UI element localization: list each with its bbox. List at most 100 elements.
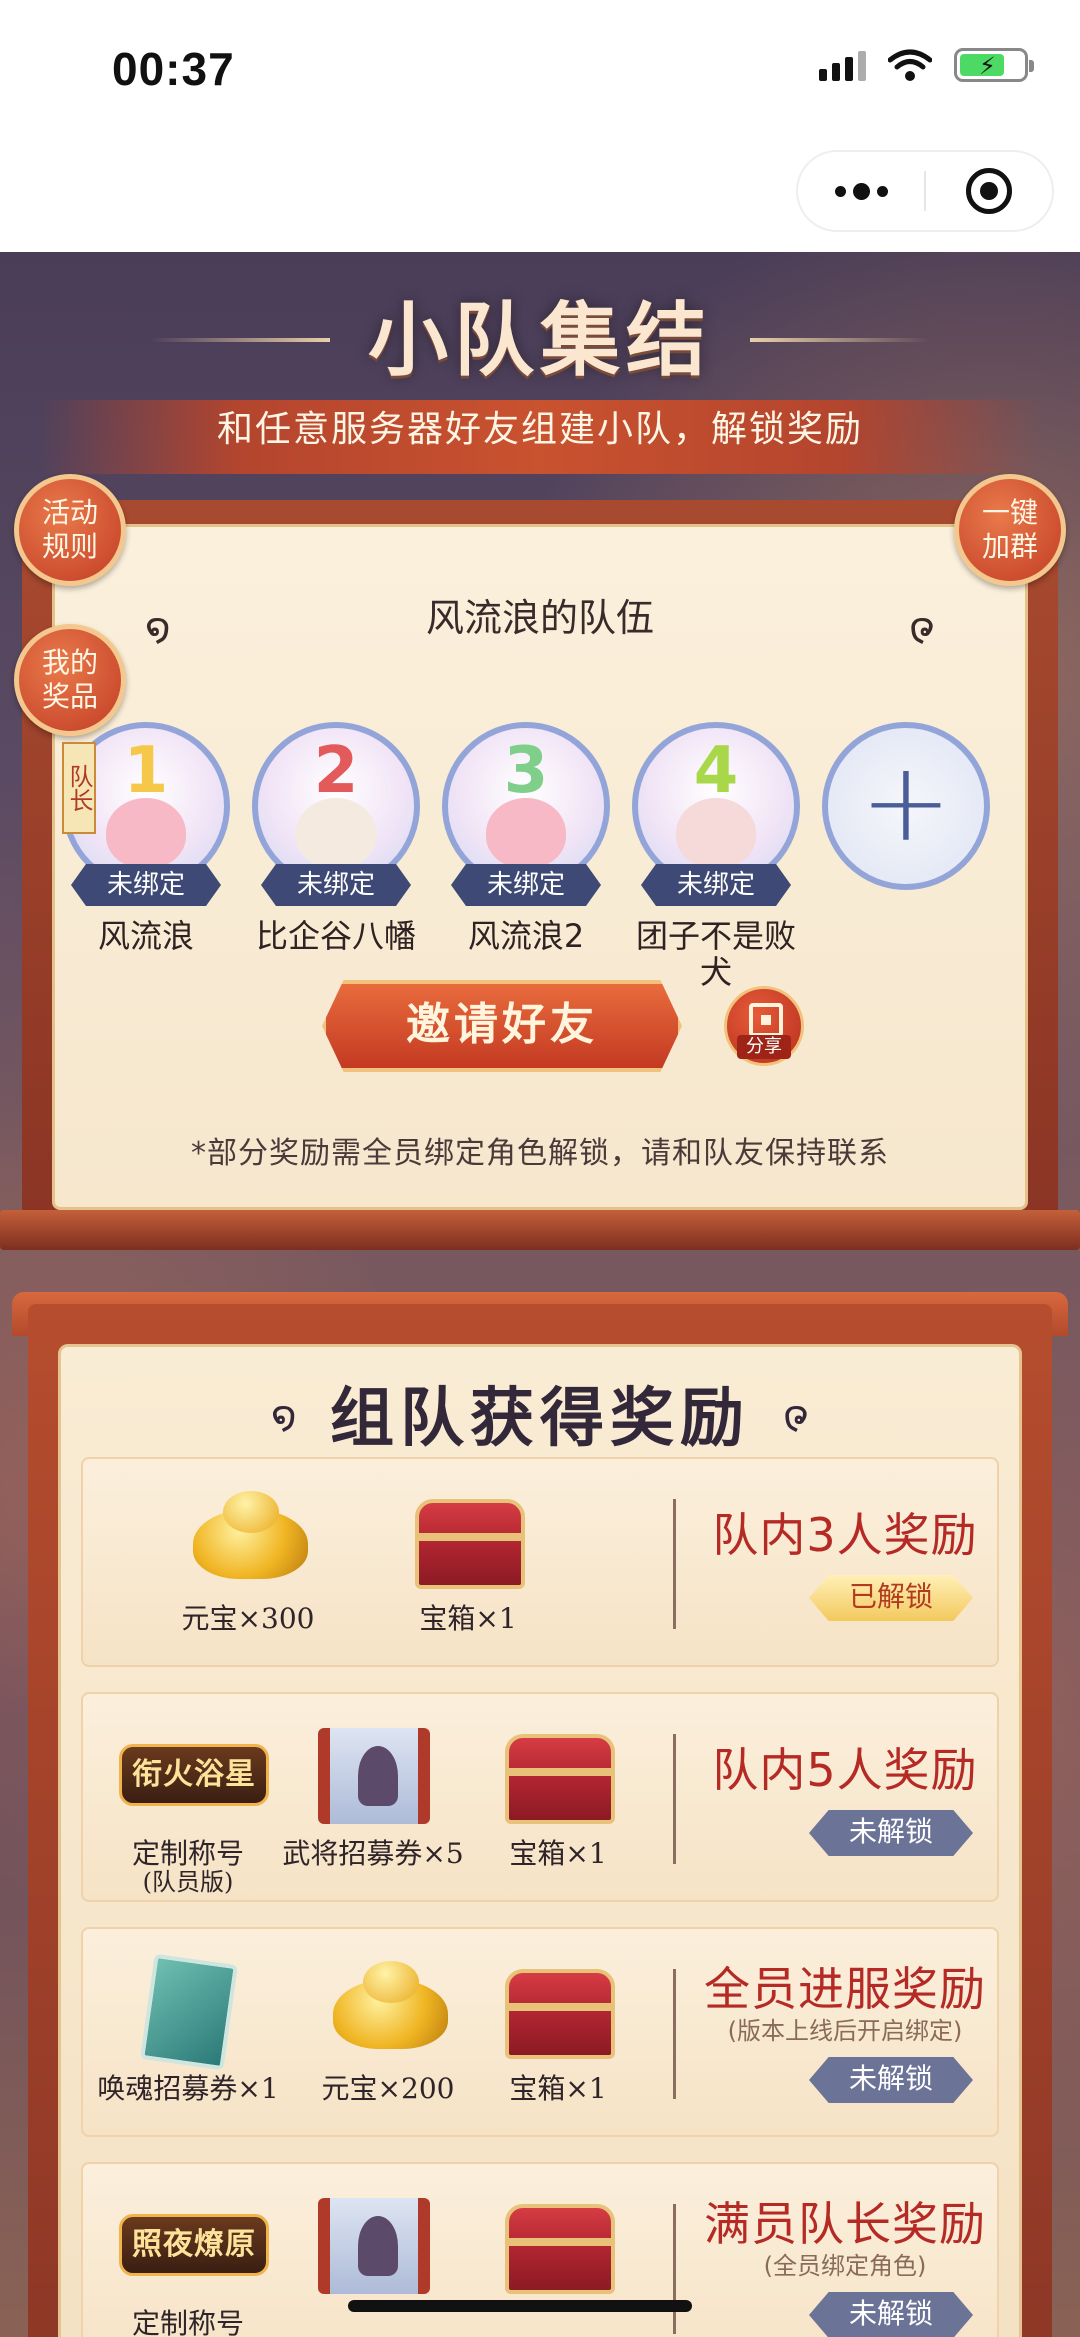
join-group-label: 一键 加群 bbox=[981, 496, 1038, 563]
reward-item: 照夜燎原 定制称号 bbox=[103, 2184, 273, 2337]
team-note: *部分奖励需全员绑定角色解锁，请和队友保持联系 bbox=[191, 1136, 889, 1171]
reward-item-label: 宝箱×1 bbox=[419, 1602, 517, 1635]
gold-ingot-icon bbox=[183, 1479, 313, 1599]
leader-tag: 队长 bbox=[62, 742, 96, 834]
reward-item-label: 定制称号 bbox=[131, 1837, 244, 1870]
reward-item-label: 宝箱×1 bbox=[509, 1837, 607, 1870]
more-options-icon[interactable] bbox=[798, 182, 924, 200]
team-name: 风流浪的队伍 bbox=[425, 596, 654, 640]
reward-item: 元宝×300 bbox=[163, 1479, 333, 1635]
reward-title: 组队获得奖励 bbox=[330, 1381, 750, 1456]
recruit-scroll-icon bbox=[308, 1714, 438, 1834]
reward-row: 元宝×300 宝箱×1 队内3人奖励 已解锁 bbox=[81, 1457, 999, 1667]
miniprogram-capsule bbox=[796, 150, 1054, 232]
bunny-avatar-icon bbox=[486, 798, 566, 868]
add-member-button[interactable]: + bbox=[822, 722, 990, 890]
reward-row-subtitle: (全员绑定角色) bbox=[763, 2252, 927, 2280]
team-member[interactable]: 4 未绑定 团子不是败犬 bbox=[626, 722, 806, 990]
wifi-icon bbox=[888, 49, 932, 81]
my-prizes-button[interactable]: 我的 奖品 bbox=[14, 624, 126, 736]
bunny-avatar-icon bbox=[296, 798, 376, 868]
status-time: 00:37 bbox=[112, 43, 235, 95]
team-member[interactable]: 2 未绑定 比企谷八幡 bbox=[246, 722, 426, 954]
activity-rules-label: 活动 规则 bbox=[41, 496, 98, 563]
reward-row-title: 队内3人奖励 bbox=[712, 1508, 978, 1562]
cellular-signal-icon bbox=[819, 49, 866, 81]
reward-item bbox=[473, 2184, 643, 2304]
team-panel-base bbox=[0, 1210, 1080, 1250]
gold-ingot-icon bbox=[323, 1949, 453, 2069]
status-badge: 未解锁 bbox=[809, 2057, 973, 2103]
title-badge-icon: 照夜燎原 bbox=[119, 2184, 269, 2304]
battery-icon: ⚡ bbox=[954, 48, 1034, 82]
home-indicator[interactable] bbox=[348, 2300, 692, 2312]
reward-row-title: 全员进服奖励 bbox=[704, 1962, 986, 2016]
reward-item: 元宝×200 bbox=[303, 1949, 473, 2105]
treasure-chest-icon bbox=[493, 1714, 623, 1834]
divider bbox=[673, 1734, 676, 1864]
reward-panel-inner: ໑ 组队获得奖励 ໑ 元宝×300 宝箱×1 队内3人奖励 已解锁 衔火浴星 定… bbox=[58, 1344, 1022, 2337]
share-label: 分享 bbox=[737, 1035, 791, 1059]
my-prizes-label: 我的 奖品 bbox=[41, 646, 98, 713]
reward-row-subtitle: (版本上线后开启绑定) bbox=[727, 2017, 963, 2045]
plus-icon: + bbox=[859, 738, 953, 866]
reward-item-label: 元宝×200 bbox=[321, 2072, 455, 2105]
status-badge: 未解锁 bbox=[809, 2292, 973, 2337]
team-members: 1 未绑定 风流浪 2 未绑定 比企谷八幡 3 未绑定 风流浪2 4 未绑定 团… bbox=[36, 722, 1016, 992]
panda-avatar-icon bbox=[676, 798, 756, 868]
status-badge: 未解锁 bbox=[809, 1810, 973, 1856]
unbound-tag: 未绑定 bbox=[261, 864, 411, 906]
team-member[interactable]: 3 未绑定 风流浪2 bbox=[436, 722, 616, 954]
recruit-scroll-icon bbox=[308, 2184, 438, 2304]
status-bar: 00:37 ⚡ bbox=[0, 0, 1080, 140]
swirl-icon: ໑ bbox=[783, 1393, 809, 1439]
member-badge-number: 2 bbox=[313, 734, 359, 808]
reward-item-sublabel: (队员版) bbox=[142, 1868, 234, 1896]
page-title: 小队集结 bbox=[368, 293, 712, 387]
reward-item: 武将招募券×5 bbox=[273, 1714, 473, 1870]
reward-panel: ໑ 组队获得奖励 ໑ 元宝×300 宝箱×1 队内3人奖励 已解锁 衔火浴星 定… bbox=[28, 1304, 1052, 2337]
treasure-chest-icon bbox=[403, 1479, 533, 1599]
divider bbox=[673, 1969, 676, 2099]
join-group-button[interactable]: 一键 加群 bbox=[954, 474, 1066, 586]
unbound-tag: 未绑定 bbox=[451, 864, 601, 906]
soul-card-icon bbox=[123, 1949, 253, 2071]
activity-page: 小队集结 和任意服务器好友组建小队，解锁奖励 ໑ 风流浪的队伍 ໑ 活动 规则 … bbox=[0, 252, 1080, 2337]
reward-item-label: 武将招募券×5 bbox=[282, 1837, 464, 1870]
member-badge-number: 3 bbox=[503, 734, 549, 808]
member-name: 团子不是败犬 bbox=[635, 917, 796, 991]
status-badge: 已解锁 bbox=[809, 1575, 973, 1621]
treasure-chest-icon bbox=[493, 1949, 623, 2069]
add-member-slot[interactable]: + bbox=[816, 722, 996, 890]
reward-item: 宝箱×1 bbox=[473, 1714, 643, 1870]
title-badge-text: 照夜燎原 bbox=[119, 2214, 269, 2276]
reward-item bbox=[273, 2184, 473, 2304]
reward-item-label: 定制称号 bbox=[131, 2307, 244, 2337]
divider bbox=[673, 2204, 676, 2334]
reward-item: 唤魂招募券×1 bbox=[93, 1949, 283, 2105]
close-miniprogram-icon[interactable] bbox=[926, 168, 1052, 214]
reward-row-title: 满员队长奖励 bbox=[704, 2197, 986, 2251]
reward-row: 唤魂招募券×1 元宝×200 宝箱×1 全员进服奖励 (版本上线后开启绑定) 未… bbox=[81, 1927, 999, 2137]
invite-friends-button[interactable]: 邀请好友 bbox=[322, 980, 682, 1072]
status-icons: ⚡ bbox=[819, 48, 1034, 82]
title-badge-icon: 衔火浴星 bbox=[119, 1714, 269, 1834]
divider bbox=[673, 1499, 676, 1629]
unbound-tag: 未绑定 bbox=[71, 864, 221, 906]
activity-rules-button[interactable]: 活动 规则 bbox=[14, 474, 126, 586]
qr-code-icon bbox=[749, 1003, 783, 1037]
reward-row: 衔火浴星 定制称号 (队员版) 武将招募券×5 宝箱×1 队内5人奖励 未解锁 bbox=[81, 1692, 999, 1902]
reward-item-label: 唤魂招募券×1 bbox=[97, 2072, 279, 2105]
reward-item-label: 元宝×300 bbox=[181, 1602, 315, 1635]
reward-item-label: 宝箱×1 bbox=[509, 2072, 607, 2105]
unbound-tag: 未绑定 bbox=[641, 864, 791, 906]
member-name: 比企谷八幡 bbox=[255, 917, 416, 955]
swirl-icon: ໑ bbox=[909, 605, 935, 651]
member-badge-number: 4 bbox=[693, 734, 739, 808]
page-subtitle: 和任意服务器好友组建小队，解锁奖励 bbox=[40, 400, 1040, 474]
title-badge-text: 衔火浴星 bbox=[119, 1744, 269, 1806]
member-name: 风流浪 bbox=[97, 917, 194, 955]
share-button[interactable]: 分享 bbox=[724, 986, 804, 1066]
reward-item: 宝箱×1 bbox=[473, 1949, 643, 2105]
treasure-chest-icon bbox=[493, 2184, 623, 2304]
